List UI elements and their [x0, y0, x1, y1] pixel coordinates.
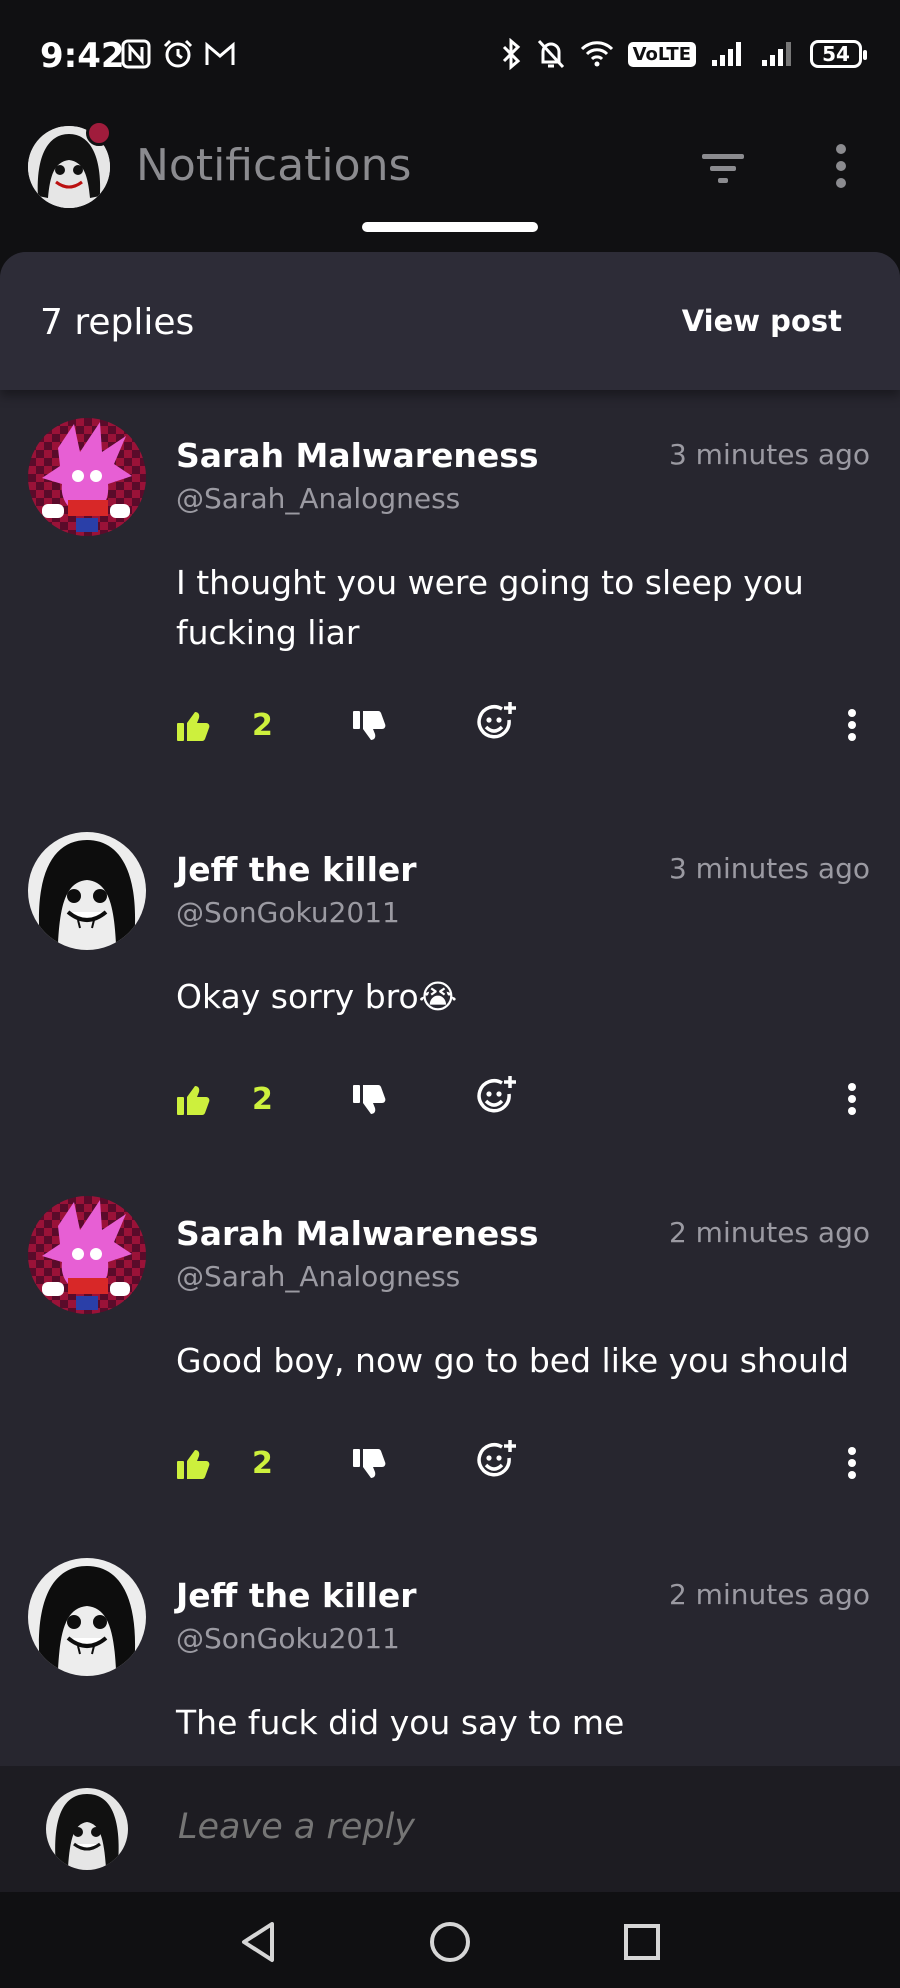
- wifi-icon: [580, 41, 613, 67]
- home-circle-icon[interactable]: [422, 1914, 478, 1970]
- like-count: 2: [252, 708, 273, 743]
- sheet-header: 7 replies View post: [0, 252, 900, 390]
- avatar[interactable]: [28, 418, 146, 536]
- avatar: [46, 1788, 128, 1870]
- comment-actions: 2: [176, 1438, 876, 1498]
- comment-author[interactable]: Jeff the killer: [176, 1576, 417, 1615]
- comment-time: 3 minutes ago: [668, 852, 870, 885]
- add-reaction-icon[interactable]: [474, 1438, 518, 1486]
- comment-body: Good boy, now go to bed like you should: [176, 1341, 850, 1380]
- avatar[interactable]: [28, 1558, 146, 1676]
- status-time: 9:42: [40, 36, 125, 76]
- comment-author[interactable]: Jeff the killer: [176, 850, 417, 889]
- filter-icon[interactable]: [700, 148, 746, 192]
- reply-bar: [0, 1766, 900, 1892]
- reply-input[interactable]: [176, 1806, 860, 1848]
- view-post-button[interactable]: View post: [682, 304, 842, 338]
- comment-handle[interactable]: @SonGoku2011: [176, 896, 400, 929]
- comment-author[interactable]: Sarah Malwareness: [176, 1214, 539, 1253]
- alarm-icon: [162, 38, 194, 70]
- thumbs-up-icon[interactable]: [176, 1084, 210, 1120]
- battery-indicator: 54: [810, 40, 867, 68]
- recents-square-icon[interactable]: [614, 1914, 670, 1970]
- comment-more-icon[interactable]: [846, 1082, 858, 1120]
- avatar[interactable]: [28, 832, 146, 950]
- comment-handle[interactable]: @Sarah_Analogness: [176, 1260, 460, 1293]
- thumbs-down-icon[interactable]: [352, 1448, 386, 1484]
- back-triangle-icon[interactable]: [230, 1914, 286, 1970]
- add-reaction-icon[interactable]: [474, 700, 518, 748]
- status-bar: 9:42 VoLTE 54: [0, 0, 900, 112]
- bluetooth-icon: [502, 38, 520, 70]
- thumbs-up-icon[interactable]: [176, 1448, 210, 1484]
- comment-handle[interactable]: @SonGoku2011: [176, 1622, 400, 1655]
- signal-icon: [762, 42, 791, 66]
- comment-time: 2 minutes ago: [668, 1216, 870, 1249]
- comment-body: The fuck did you say to me: [176, 1703, 625, 1742]
- thumbs-up-icon[interactable]: [176, 710, 210, 746]
- comment-actions: 2: [176, 700, 876, 760]
- page-title: Notifications: [136, 140, 412, 191]
- avatar[interactable]: [28, 1196, 146, 1314]
- comment-handle[interactable]: @Sarah_Analogness: [176, 482, 460, 515]
- comment-more-icon[interactable]: [846, 708, 858, 746]
- replies-count: 7 replies: [40, 302, 195, 343]
- add-reaction-icon[interactable]: [474, 1074, 518, 1122]
- comment-time: 2 minutes ago: [668, 1578, 870, 1611]
- app-bar: Notifications: [0, 112, 900, 252]
- comment-time: 3 minutes ago: [668, 438, 870, 471]
- system-nav-bar: [0, 1892, 900, 1988]
- sheet-drag-handle[interactable]: [362, 222, 538, 232]
- gmail-icon: [204, 38, 236, 70]
- nfc-icon: [120, 38, 152, 70]
- thumbs-down-icon[interactable]: [352, 710, 386, 746]
- like-count: 2: [252, 1446, 273, 1481]
- comment-body: I thought you were going to sleep you fu…: [176, 563, 804, 652]
- comment-body: Okay sorry bro😭: [176, 977, 458, 1016]
- comment-more-icon[interactable]: [846, 1446, 858, 1484]
- signal-icon: [712, 42, 741, 66]
- volte-badge: VoLTE: [627, 41, 696, 67]
- thumbs-down-icon[interactable]: [352, 1084, 386, 1120]
- like-count: 2: [252, 1082, 273, 1117]
- comment-author[interactable]: Sarah Malwareness: [176, 436, 539, 475]
- replies-sheet: 7 replies View post Sarah Malwareness @S…: [0, 252, 900, 1892]
- comment-actions: 2: [176, 1074, 876, 1134]
- notification-dot: [86, 120, 112, 146]
- mute-icon: [537, 39, 564, 69]
- more-vertical-icon[interactable]: [824, 142, 858, 194]
